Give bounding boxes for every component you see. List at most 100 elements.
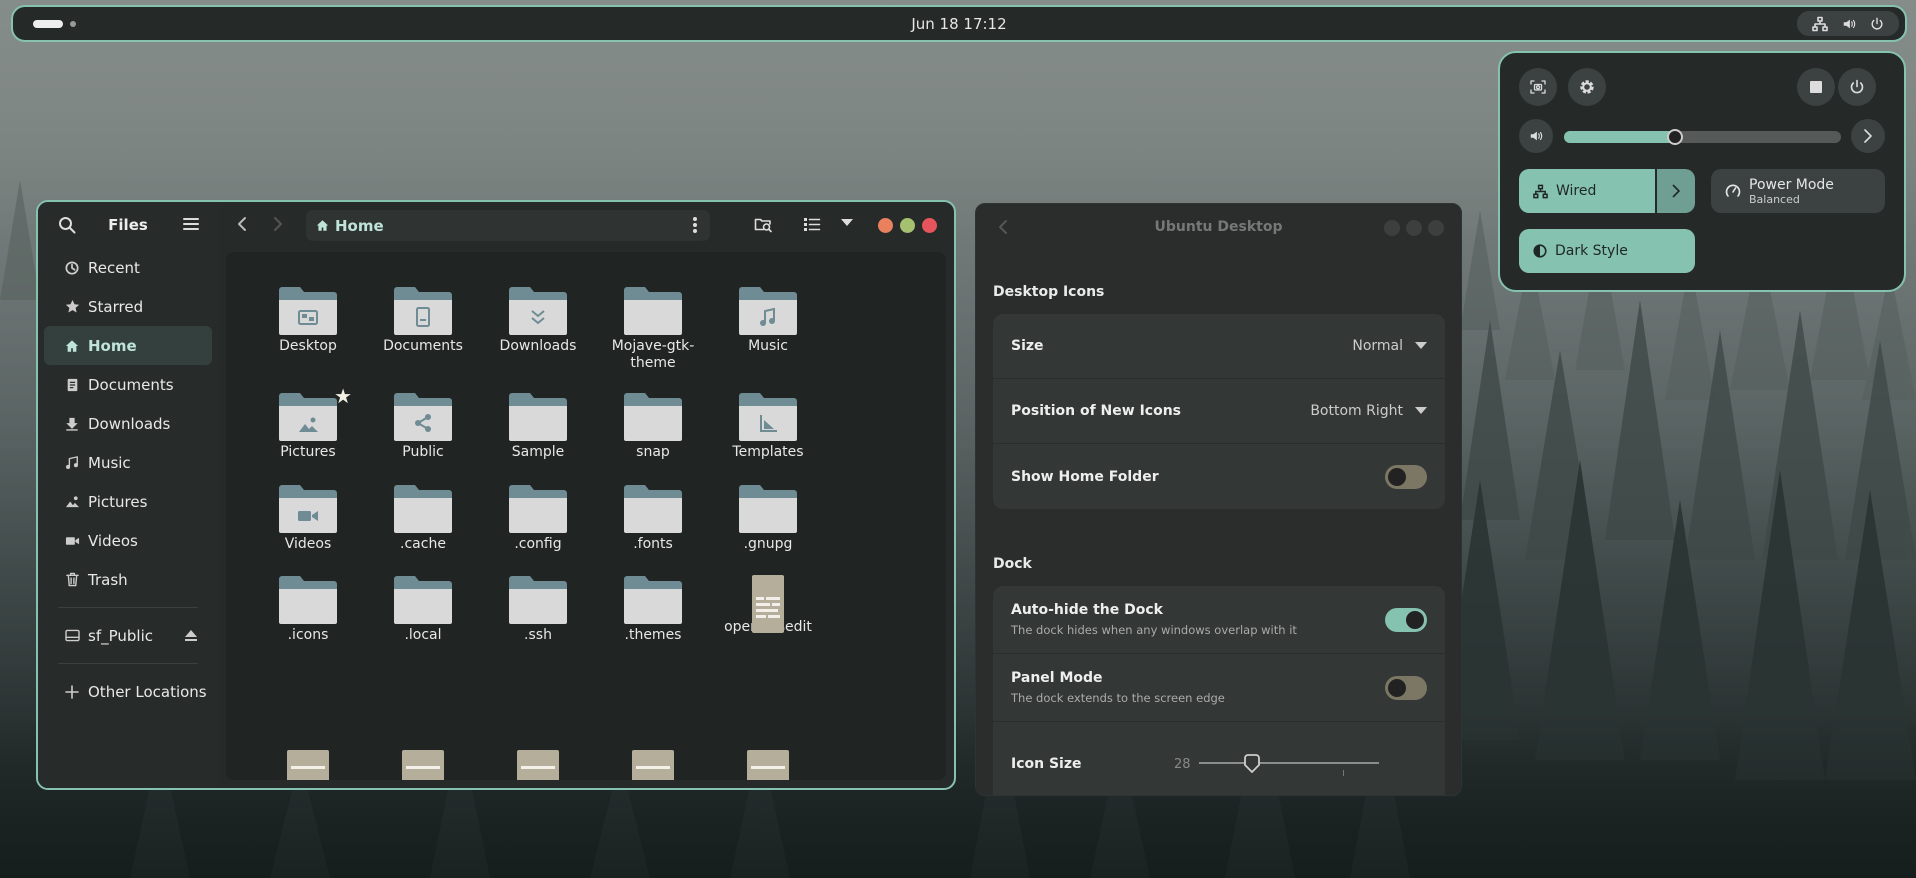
- position-dropdown[interactable]: Bottom Right: [1310, 403, 1427, 419]
- volume-knob[interactable]: [1666, 129, 1683, 145]
- ubuntu-desktop-settings-window[interactable]: Ubuntu Desktop Desktop Icons Size Normal…: [975, 203, 1462, 796]
- position-value: Bottom Right: [1310, 403, 1403, 419]
- position-row[interactable]: Position of New Icons Bottom Right: [993, 379, 1445, 444]
- folder-icon: [737, 484, 799, 534]
- autohide-toggle[interactable]: [1385, 607, 1427, 632]
- file-item[interactable]: Mojave-gtk-theme: [588, 286, 718, 372]
- folder-icon: [392, 392, 454, 442]
- maximize-button[interactable]: [900, 218, 915, 233]
- file-item[interactable]: Videos: [243, 484, 373, 553]
- text-file-icon: [622, 750, 684, 780]
- sidebar-item-home[interactable]: Home: [44, 326, 212, 365]
- file-item[interactable]: snap: [588, 392, 718, 461]
- sidebar-item-downloads[interactable]: Downloads: [44, 404, 212, 443]
- sidebar-item-trash[interactable]: Trash: [44, 560, 212, 599]
- chevron-down-icon: [1415, 342, 1427, 349]
- sidebar-item-label: Pictures: [88, 492, 148, 511]
- clock[interactable]: Jun 18 17:12: [13, 15, 1905, 33]
- minimize-button[interactable]: [1384, 220, 1400, 236]
- sidebar-item-music[interactable]: Music: [44, 443, 212, 482]
- settings-headerbar: Ubuntu Desktop: [976, 204, 1461, 252]
- file-item[interactable]: .themes: [588, 575, 718, 644]
- folder-icon: [622, 286, 684, 336]
- files-window[interactable]: Files Recent Starred Home Documents Down…: [36, 200, 956, 790]
- file-item-partial[interactable]: [473, 750, 603, 780]
- sidebar-item-other-locations[interactable]: Other Locations: [44, 672, 212, 711]
- audio-output-button[interactable]: [1851, 119, 1885, 153]
- more-vertical-icon[interactable]: [692, 216, 698, 234]
- list-view-icon[interactable]: [803, 215, 821, 233]
- sidebar-item-pictures[interactable]: Pictures: [44, 482, 212, 521]
- autohide-description: The dock hides when any windows overlap …: [1011, 623, 1297, 637]
- dark-style-tile[interactable]: Dark Style: [1519, 229, 1695, 273]
- panel-mode-toggle[interactable]: [1385, 675, 1427, 700]
- power-button[interactable]: [1838, 68, 1876, 106]
- close-button[interactable]: [1428, 220, 1444, 236]
- search-folder-icon[interactable]: [754, 215, 772, 233]
- sidebar-header: Files: [38, 202, 218, 248]
- file-item[interactable]: .cache: [358, 484, 488, 553]
- sidebar-item-label: Recent: [88, 258, 140, 277]
- wired-label: Wired: [1556, 183, 1597, 199]
- system-tray[interactable]: [1797, 11, 1899, 36]
- mute-button[interactable]: [1519, 119, 1553, 153]
- sidebar-item-sf-public[interactable]: sf_Public: [44, 616, 212, 655]
- file-item[interactable]: .local: [358, 575, 488, 644]
- path-bar[interactable]: Home: [306, 210, 710, 241]
- close-button[interactable]: [922, 218, 937, 233]
- file-item[interactable]: .fonts: [588, 484, 718, 553]
- file-item[interactable]: .icons: [243, 575, 373, 644]
- file-item[interactable]: Documents: [358, 286, 488, 355]
- sidebar-item-label: sf_Public: [88, 626, 153, 645]
- sidebar-item-documents[interactable]: Documents: [44, 365, 212, 404]
- settings-button[interactable]: [1568, 68, 1606, 106]
- back-icon[interactable]: [234, 215, 252, 233]
- panel-mode-label: Panel Mode: [1011, 670, 1103, 686]
- file-item[interactable]: Music: [703, 286, 833, 355]
- size-dropdown[interactable]: Normal: [1352, 338, 1427, 354]
- size-value: Normal: [1352, 338, 1403, 354]
- forward-icon[interactable]: [268, 215, 286, 233]
- file-item[interactable]: ★ Pictures: [243, 384, 373, 461]
- folder-icon: [392, 484, 454, 534]
- sidebar-item-starred[interactable]: Starred: [44, 287, 212, 326]
- network-icon: [1533, 184, 1548, 199]
- file-item-label: .icons: [287, 627, 329, 643]
- screenshot-button[interactable]: [1519, 68, 1557, 106]
- file-item-label: Downloads: [499, 338, 577, 354]
- wired-tile[interactable]: Wired: [1519, 169, 1655, 213]
- file-item-partial[interactable]: [703, 750, 833, 780]
- size-row[interactable]: Size Normal: [993, 314, 1445, 379]
- show-home-toggle[interactable]: [1385, 464, 1427, 489]
- eject-icon[interactable]: [184, 629, 198, 642]
- sidebar-item-videos[interactable]: Videos: [44, 521, 212, 560]
- network-icon: [1812, 16, 1828, 32]
- sidebar-item-recent[interactable]: Recent: [44, 248, 212, 287]
- lock-button[interactable]: [1797, 68, 1835, 106]
- wired-menu-button[interactable]: [1657, 169, 1695, 213]
- chevron-down-icon[interactable]: [840, 218, 854, 228]
- file-item[interactable]: Desktop: [243, 286, 373, 355]
- icon-size-slider[interactable]: [1199, 754, 1379, 776]
- menu-icon[interactable]: [183, 216, 199, 232]
- dock-card: Auto-hide the Dock The dock hides when a…: [993, 586, 1445, 795]
- volume-slider[interactable]: [1564, 129, 1841, 145]
- maximize-button[interactable]: [1406, 220, 1422, 236]
- file-item[interactable]: Templates: [703, 392, 833, 461]
- file-item-partial[interactable]: [243, 750, 373, 780]
- file-item[interactable]: Public: [358, 392, 488, 461]
- file-item-partial[interactable]: [358, 750, 488, 780]
- file-item[interactable]: .config: [473, 484, 603, 553]
- folder-icon: ★: [277, 384, 352, 442]
- slider-knob[interactable]: [1243, 753, 1261, 773]
- file-item[interactable]: .gnupg: [703, 484, 833, 553]
- minimize-button[interactable]: [878, 218, 893, 233]
- file-item-partial[interactable]: [588, 750, 718, 780]
- volume-icon: [1529, 129, 1543, 143]
- file-item[interactable]: .ssh: [473, 575, 603, 644]
- sidebar-item-label: Starred: [88, 297, 144, 316]
- file-item[interactable]: Downloads: [473, 286, 603, 355]
- power-mode-tile[interactable]: Power Mode Balanced: [1711, 169, 1885, 213]
- file-item[interactable]: Sample: [473, 392, 603, 461]
- file-item[interactable]: open-msedit: [703, 575, 833, 636]
